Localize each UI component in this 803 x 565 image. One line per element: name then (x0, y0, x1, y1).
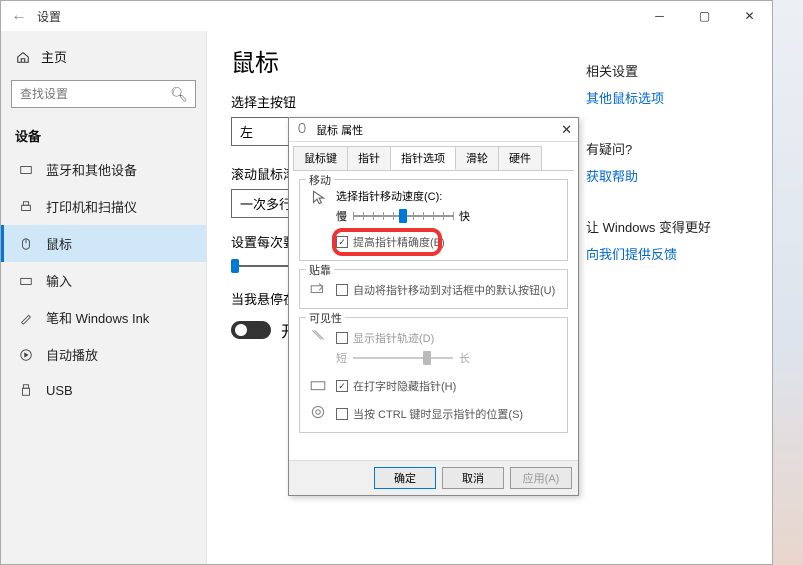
slow-label: 慢 (336, 208, 347, 224)
tab-wheel[interactable]: 滑轮 (455, 146, 499, 170)
sidebar-item-mouse[interactable]: 鼠标 (1, 225, 206, 262)
speed-label: 选择指针移动速度(C): (336, 188, 559, 204)
trails-slider (353, 350, 453, 366)
hide-typing-icon (308, 374, 328, 394)
tab-hardware[interactable]: 硬件 (498, 146, 542, 170)
search-icon[interactable]: 🔍︎ (170, 86, 188, 103)
autoplay-icon (18, 347, 34, 363)
group-visibility: 可见性 显示指针轨迹(D) 短 长 (299, 317, 568, 433)
sidebar-item-usb[interactable]: USB (1, 373, 206, 407)
feedback-link[interactable]: 向我们提供反馈 (586, 244, 736, 263)
sidebar-item-bluetooth[interactable]: 蓝牙和其他设备 (1, 151, 206, 188)
other-mouse-options-link[interactable]: 其他鼠标选项 (586, 88, 736, 107)
hide-typing-label: 在打字时隐藏指针(H) (353, 378, 456, 394)
sidebar-item-label: 打印机和扫描仪 (46, 197, 137, 216)
window-title: 设置 (37, 8, 61, 25)
sidebar-item-printers[interactable]: 打印机和扫描仪 (1, 188, 206, 225)
tab-pointers[interactable]: 指针 (347, 146, 391, 170)
long-label: 长 (459, 350, 470, 366)
bluetooth-icon (18, 162, 34, 178)
mouse-properties-dialog: 鼠标 属性 ✕ 鼠标键 指针 指针选项 滑轮 硬件 移动 选择指针移动速度(C)… (288, 117, 579, 496)
ok-button[interactable]: 确定 (374, 467, 436, 489)
sidebar: 主页 🔍︎ 设备 蓝牙和其他设备 打印机和扫描仪 鼠标 输入 (1, 31, 207, 564)
home-button[interactable]: 主页 (1, 41, 206, 72)
related-settings-header: 相关设置 (586, 61, 736, 80)
sidebar-item-label: USB (46, 383, 73, 398)
trails-checkbox[interactable] (336, 332, 348, 344)
group-snap: 贴靠 自动将指针移动到对话框中的默认按钮(U) (299, 269, 568, 309)
tab-pointer-options[interactable]: 指针选项 (390, 146, 456, 170)
sidebar-item-label: 输入 (46, 271, 72, 290)
usb-icon (18, 382, 34, 398)
cancel-button[interactable]: 取消 (442, 467, 504, 489)
printer-icon (18, 199, 34, 215)
speed-slider[interactable] (353, 208, 453, 224)
ctrl-locate-label: 当按 CTRL 键时显示指针的位置(S) (353, 406, 523, 422)
dialog-titlebar: 鼠标 属性 ✕ (289, 118, 578, 142)
fast-label: 快 (459, 208, 470, 224)
ctrl-locate-checkbox[interactable] (336, 408, 348, 420)
hide-typing-checkbox[interactable]: ✓ (336, 380, 348, 392)
select-value: 左 (240, 122, 253, 141)
trails-label: 显示指针轨迹(D) (353, 330, 434, 346)
maximize-button[interactable]: ▢ (682, 1, 727, 31)
close-button[interactable]: ✕ (727, 1, 772, 31)
pen-icon (18, 310, 34, 326)
tab-buttons[interactable]: 鼠标键 (293, 146, 348, 170)
window-controls: ─ ▢ ✕ (637, 1, 772, 31)
keyboard-icon (18, 273, 34, 289)
home-icon (15, 49, 31, 65)
sidebar-item-label: 自动播放 (46, 345, 98, 364)
help-header: 有疑问? (586, 139, 736, 158)
sidebar-item-typing[interactable]: 输入 (1, 262, 206, 299)
group-motion: 移动 选择指针移动速度(C): 慢 快 ✓ (299, 179, 568, 261)
home-label: 主页 (41, 47, 67, 66)
group-label: 可见性 (306, 310, 345, 326)
sidebar-item-autoplay[interactable]: 自动播放 (1, 336, 206, 373)
dialog-body: 移动 选择指针移动速度(C): 慢 快 ✓ (293, 170, 574, 460)
section-header: 设备 (1, 116, 206, 151)
sidebar-item-pen[interactable]: 笔和 Windows Ink (1, 299, 206, 336)
ctrl-locate-icon (308, 402, 328, 422)
cursor-icon (308, 188, 328, 208)
dialog-close-button[interactable]: ✕ (561, 122, 572, 138)
group-label: 贴靠 (306, 262, 334, 278)
short-label: 短 (336, 350, 347, 366)
get-help-link[interactable]: 获取帮助 (586, 166, 736, 185)
dialog-tabs: 鼠标键 指针 指针选项 滑轮 硬件 (289, 142, 578, 170)
snap-checkbox[interactable] (336, 284, 348, 296)
dialog-title: 鼠标 属性 (316, 125, 363, 137)
select-value: 一次多行 (240, 194, 292, 213)
back-icon[interactable]: ← (11, 7, 27, 25)
enhance-precision-label: 提高指针精确度(E) (353, 234, 445, 250)
search-input[interactable] (11, 80, 196, 108)
mouse-icon (18, 236, 34, 252)
enhance-precision-checkbox[interactable]: ✓ (336, 236, 348, 248)
snap-label: 自动将指针移动到对话框中的默认按钮(U) (353, 282, 555, 298)
sidebar-item-label: 鼠标 (46, 234, 72, 253)
minimize-button[interactable]: ─ (637, 1, 682, 31)
group-label: 移动 (306, 172, 334, 188)
right-column: 相关设置 其他鼠标选项 有疑问? 获取帮助 让 Windows 变得更好 向我们… (586, 61, 736, 283)
improve-header: 让 Windows 变得更好 (586, 217, 736, 236)
sidebar-item-label: 笔和 Windows Ink (46, 308, 149, 327)
snap-icon (308, 278, 328, 298)
trails-icon (308, 326, 328, 346)
apply-button[interactable]: 应用(A) (510, 467, 572, 489)
sidebar-item-label: 蓝牙和其他设备 (46, 160, 137, 179)
mouse-icon (295, 121, 309, 135)
titlebar: ← 设置 ─ ▢ ✕ (1, 1, 772, 31)
dialog-footer: 确定 取消 应用(A) (289, 460, 578, 495)
